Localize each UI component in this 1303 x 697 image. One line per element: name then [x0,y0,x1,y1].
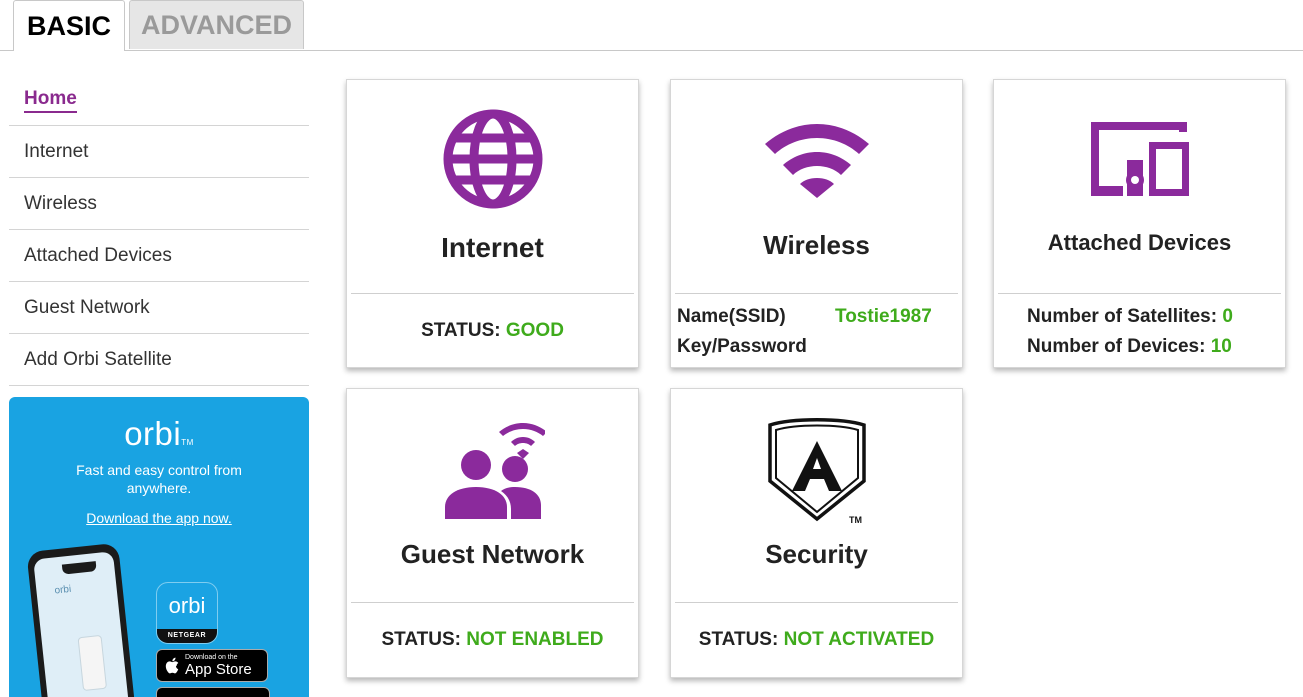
apple-icon [165,657,179,674]
guest-network-title: Guest Network [400,539,585,569]
ssid-label: Name(SSID) [677,306,786,327]
tab-advanced[interactable]: ADVANCED [129,0,304,49]
internet-status: STATUS: GOOD [421,320,564,341]
devices-count: Number of Devices: 10 [1027,336,1232,357]
guest-network-card[interactable]: Guest Network STATUS: NOT ENABLED [346,388,639,678]
sidebar-item-label: Home [24,88,77,113]
phone-illustration: orbi [26,542,136,697]
security-card[interactable]: TM Security STATUS: NOT ACTIVATED [670,388,963,678]
app-store-badge[interactable]: Download on the App Store [156,649,268,682]
attached-devices-title: Attached Devices [1047,230,1232,255]
armor-shield-icon: TM [767,418,866,525]
internet-title: Internet [441,232,544,263]
wireless-title: Wireless [763,230,870,260]
guest-network-status: STATUS: NOT ENABLED [381,629,604,650]
sidebar-item-label: Internet [24,140,89,162]
sidebar-item-wireless[interactable]: Wireless [9,178,309,230]
sidebar-item-home[interactable]: Home [9,75,309,126]
satellites-count: Number of Satellites: 0 [1027,306,1233,327]
orbi-app-icon[interactable]: orbi NETGEAR [156,582,218,644]
globe-icon [443,109,542,209]
tab-bar: BASIC ADVANCED [0,0,1303,51]
sidebar-item-internet[interactable]: Internet [9,126,309,178]
security-title: Security [765,539,868,569]
security-status: STATUS: NOT ACTIVATED [698,629,935,650]
password-label: Key/Password [677,336,807,357]
orbi-logo: orbiTM [124,415,194,452]
sidebar-item-label: Add Orbi Satellite [24,348,172,370]
sidebar-item-attached-devices[interactable]: Attached Devices [9,230,309,282]
attached-devices-card[interactable]: Attached Devices Number of Satellites: 0… [993,79,1286,368]
orbi-app-promo: orbiTM Fast and easy control from anywhe… [9,397,309,697]
devices-icon [1090,122,1189,196]
sidebar-item-label: Guest Network [24,296,150,318]
sidebar-item-guest-network[interactable]: Guest Network [9,282,309,334]
internet-status-value: GOOD [505,320,564,341]
sidebar-item-add-orbi-satellite[interactable]: Add Orbi Satellite [9,334,309,386]
promo-tagline: Fast and easy control from anywhere. [76,462,242,496]
tab-basic[interactable]: BASIC [13,0,125,51]
guest-users-icon [444,423,545,519]
internet-card[interactable]: Internet STATUS: GOOD [346,79,639,368]
guest-network-status-value: NOT ENABLED [466,629,604,650]
wireless-card[interactable]: Wireless Name(SSID) Tostie1987 Key/Passw… [670,79,963,368]
sidebar-nav: Home Internet Wireless Attached Devices … [9,75,309,386]
sidebar-item-label: Attached Devices [24,244,172,266]
wifi-icon [764,124,869,198]
download-app-link[interactable]: Download the app now. [9,510,309,526]
security-status-value: NOT ACTIVATED [783,629,935,650]
ssid-value: Tostie1987 [835,306,932,327]
sidebar-item-label: Wireless [24,192,97,214]
google-play-badge[interactable] [156,687,270,697]
svg-text:TM: TM [849,515,862,525]
